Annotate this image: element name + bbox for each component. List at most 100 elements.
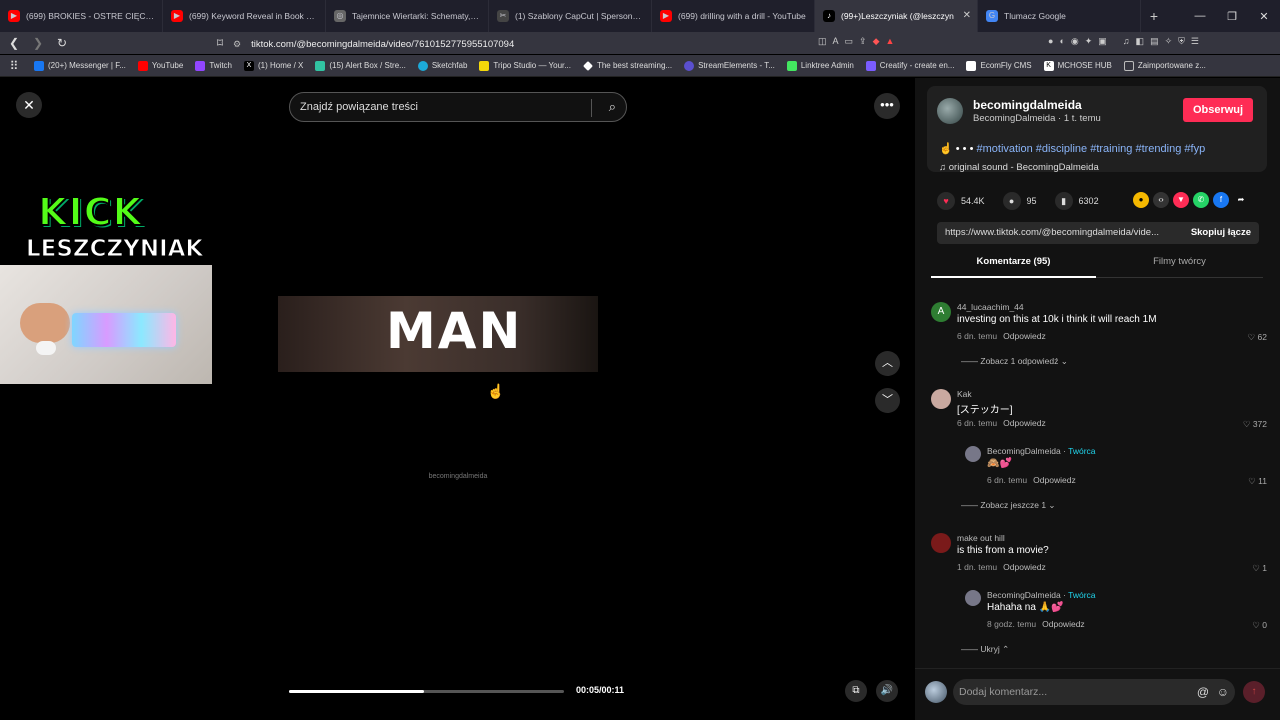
music-icon[interactable]: ♫ bbox=[1123, 36, 1130, 47]
new-tab-button[interactable]: + bbox=[1141, 8, 1167, 24]
copy-link-button[interactable]: Skopiuj łącze bbox=[1191, 222, 1251, 244]
facebook-icon[interactable]: f bbox=[1213, 192, 1229, 208]
close-video-button[interactable]: ✕ bbox=[16, 92, 42, 118]
reply-like[interactable]: ♡ 0 bbox=[1252, 620, 1267, 631]
bookmark-item[interactable]: X (1) Home / X bbox=[244, 60, 303, 71]
video-player[interactable]: Znajdź powiązane treści ⌕ MAN ☝ becoming… bbox=[278, 78, 638, 720]
reply-author[interactable]: BecomingDalmeida · Twórca bbox=[987, 446, 1096, 456]
search-icon[interactable]: ⌕ bbox=[609, 99, 616, 115]
reader-icon[interactable]: ◫ bbox=[818, 36, 827, 47]
brave-shield-icon[interactable]: ◆ bbox=[873, 36, 880, 47]
bookmark-folder[interactable]: Zaimportowane z... bbox=[1123, 60, 1206, 71]
back-icon[interactable]: ❮ bbox=[4, 36, 24, 50]
extension-icon[interactable]: ▣ bbox=[1098, 36, 1107, 47]
comment-input[interactable]: Dodaj komentarz... @ ☺ bbox=[953, 679, 1235, 705]
extension-icon[interactable]: ◐ bbox=[1059, 36, 1064, 47]
reload-icon[interactable]: ↻ bbox=[52, 36, 72, 50]
comment-stat[interactable]: ● 95 bbox=[1002, 192, 1037, 210]
bookmark-item[interactable]: (20+) Messenger | F... bbox=[34, 60, 126, 71]
site-info-icon[interactable]: ⚙ bbox=[233, 39, 241, 50]
post-sound[interactable]: ♫ original sound - BecomingDalmeida bbox=[939, 162, 1099, 173]
tab-brokies[interactable]: ▶ (699) BROKIES - OSTRE CIĘCIE - YouT bbox=[0, 0, 163, 32]
bookmark-icon[interactable]: ⌑ bbox=[210, 36, 230, 50]
bookmark-item[interactable]: Sketchfab bbox=[417, 60, 467, 71]
tab-translate[interactable]: G Tlumacz Google bbox=[978, 0, 1141, 32]
share-icon[interactable]: ⇪ bbox=[859, 36, 867, 47]
bookmark-item[interactable]: (15) Alert Box / Stre... bbox=[315, 60, 406, 71]
menu-icon[interactable]: ☰ bbox=[1191, 36, 1199, 47]
comment-like[interactable]: ♡ 62 bbox=[1248, 332, 1267, 343]
comment-like[interactable]: ♡ 372 bbox=[1243, 419, 1267, 430]
whatsapp-icon[interactable]: ✆ bbox=[1193, 192, 1209, 208]
tab-tiktok-active[interactable]: ♪ (99+)Leszczyniak (@leszczyn ✕ bbox=[815, 0, 978, 32]
translate-page-icon[interactable]: A bbox=[833, 36, 839, 47]
coin-icon[interactable]: ● bbox=[1133, 192, 1149, 208]
send-friend-icon[interactable]: ▼ bbox=[1173, 192, 1189, 208]
tab-creator-videos[interactable]: Filmy twórcy bbox=[1097, 256, 1262, 278]
close-tab-icon[interactable]: ✕ bbox=[963, 10, 971, 21]
reply-author[interactable]: BecomingDalmeida · Twórca bbox=[987, 590, 1096, 600]
apps-icon[interactable]: ⠿ bbox=[4, 59, 24, 73]
commenter-avatar[interactable] bbox=[931, 389, 951, 409]
brave-rewards-icon[interactable]: ▲ bbox=[886, 36, 895, 47]
tab-comments[interactable]: Komentarze (95) bbox=[931, 256, 1096, 278]
vpn-icon[interactable]: ⛨ bbox=[1178, 36, 1185, 47]
emoji-icon[interactable]: ☺ bbox=[1217, 679, 1229, 705]
creator-avatar[interactable] bbox=[965, 590, 981, 606]
commenter-avatar[interactable] bbox=[931, 533, 951, 553]
tab-drilling[interactable]: ▶ (699) drilling with a drill - YouTube bbox=[652, 0, 815, 32]
wallet-icon[interactable]: ▤ bbox=[1150, 36, 1159, 47]
share-arrow-icon[interactable]: ➦ bbox=[1233, 192, 1249, 208]
puzzle-icon[interactable]: ✦ bbox=[1085, 36, 1093, 47]
post-hashtags[interactable]: #motivation #discipline #training #trend… bbox=[976, 143, 1205, 155]
bookmark-item[interactable]: YouTube bbox=[137, 60, 183, 71]
bookmark-item[interactable]: K MCHOSE HUB bbox=[1043, 60, 1112, 71]
bookmark-item[interactable]: StreamElements - T... bbox=[684, 60, 775, 71]
tab-keyword-reveal[interactable]: ▶ (699) Keyword Reveal in Book effect bbox=[163, 0, 326, 32]
next-video-button[interactable]: ﹀ bbox=[875, 388, 900, 413]
like-stat[interactable]: ♥ 54.4K bbox=[937, 192, 985, 210]
extension-icon[interactable]: ● bbox=[1048, 36, 1053, 47]
comment-like[interactable]: ♡ 1 bbox=[1252, 563, 1267, 574]
commenter-name[interactable]: make out hill bbox=[957, 533, 1005, 543]
bookmark-item[interactable]: EcomFly CMS bbox=[966, 60, 1032, 71]
tab-capcut[interactable]: ✂ (1) Szablony CapCut | Spersonaliz bbox=[489, 0, 652, 32]
reply-button[interactable]: Odpowiedz bbox=[1003, 331, 1046, 341]
previous-video-button[interactable]: ︿ bbox=[875, 351, 900, 376]
video-progress-bar[interactable] bbox=[289, 690, 564, 693]
reply-button[interactable]: Odpowiedz bbox=[1003, 418, 1046, 428]
view-replies-button[interactable]: —— Zobacz 1 odpowiedź ⌄ bbox=[961, 356, 1068, 367]
sidebar-icon[interactable]: ◧ bbox=[1136, 36, 1145, 47]
bookmark-item[interactable]: The best streaming... bbox=[582, 60, 672, 71]
tab-tajemnice[interactable]: ◎ Tajemnice Wiertarki: Schematy, Fizyk bbox=[326, 0, 489, 32]
author-avatar[interactable] bbox=[937, 98, 963, 124]
reply-button[interactable]: Odpowiedz bbox=[1033, 475, 1076, 485]
leo-icon[interactable]: ✧ bbox=[1165, 36, 1173, 47]
author-username[interactable]: becomingdalmeida bbox=[973, 98, 1082, 112]
commenter-avatar[interactable]: A bbox=[931, 302, 951, 322]
forward-icon[interactable]: ❯ bbox=[28, 36, 48, 50]
maximize-icon[interactable]: ❐ bbox=[1216, 10, 1248, 23]
mention-icon[interactable]: @ bbox=[1197, 679, 1209, 705]
pip-button[interactable]: ⧉ bbox=[845, 680, 867, 702]
bookmark-item[interactable]: Creatify - create en... bbox=[865, 60, 954, 71]
creator-avatar[interactable] bbox=[965, 446, 981, 462]
reply-like[interactable]: ♡ 11 bbox=[1248, 476, 1267, 487]
follow-button[interactable]: Obserwuj bbox=[1183, 98, 1253, 122]
cast-icon[interactable]: ▭ bbox=[845, 36, 854, 47]
save-stat[interactable]: ▮ 6302 bbox=[1054, 192, 1099, 210]
commenter-name[interactable]: Kak bbox=[957, 389, 972, 399]
extension-icon[interactable]: ◉ bbox=[1071, 36, 1079, 47]
volume-button[interactable]: 🔊 bbox=[876, 680, 898, 702]
close-window-icon[interactable]: ✕ bbox=[1248, 10, 1280, 23]
send-comment-button[interactable]: ↑ bbox=[1243, 681, 1265, 703]
reply-button[interactable]: Odpowiedz bbox=[1042, 619, 1085, 629]
bookmark-item[interactable]: Linktree Admin bbox=[786, 60, 854, 71]
reply-button[interactable]: Odpowiedz bbox=[1003, 562, 1046, 572]
bookmark-item[interactable]: Twitch bbox=[195, 60, 232, 71]
commenter-name[interactable]: 44_lucaachim_44 bbox=[957, 302, 1024, 312]
minimize-icon[interactable]: — bbox=[1184, 10, 1216, 23]
bookmark-item[interactable]: Tripo Studio — Your... bbox=[479, 60, 571, 71]
related-search-input[interactable]: Znajdź powiązane treści ⌕ bbox=[289, 92, 627, 122]
more-options-button[interactable]: ••• bbox=[874, 93, 900, 119]
